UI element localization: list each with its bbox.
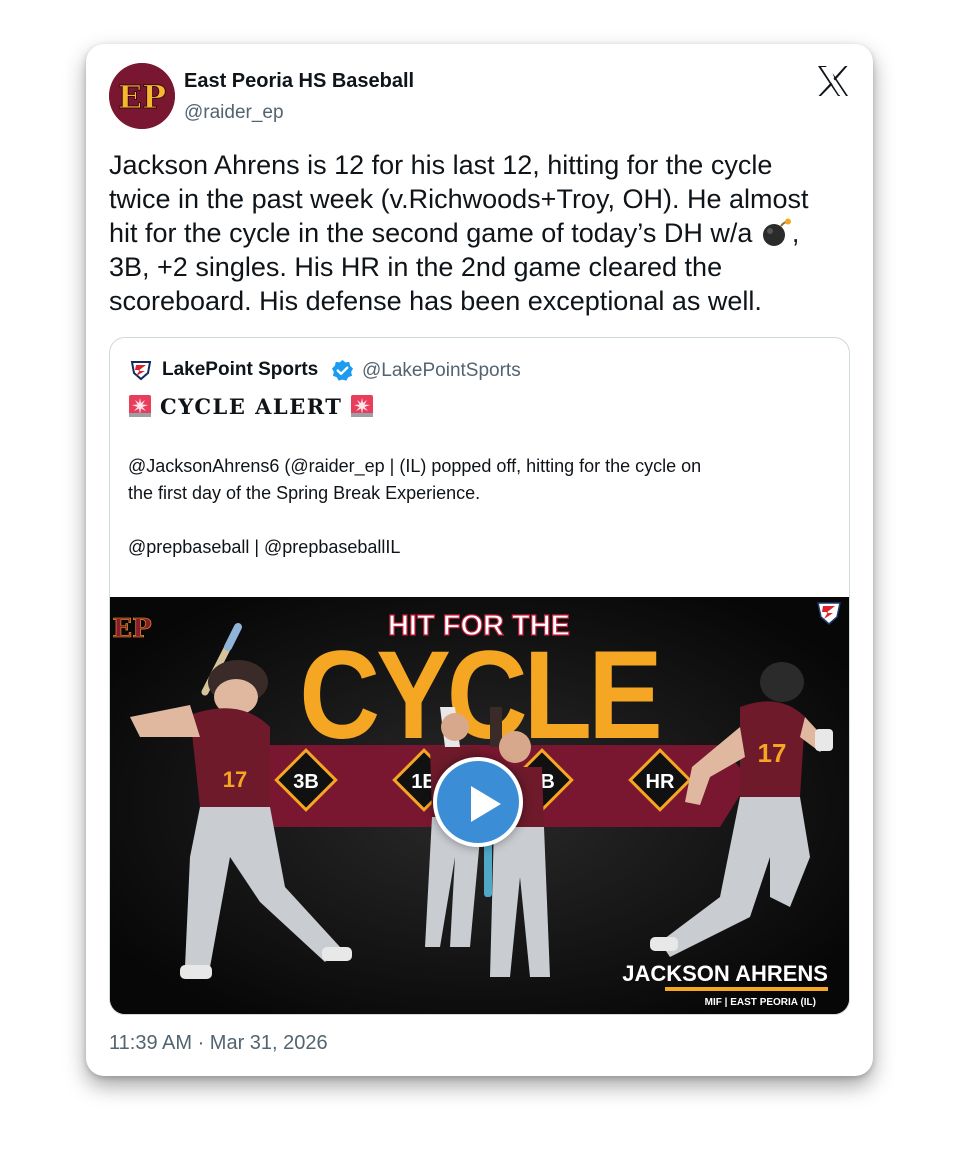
- quote-line: @prepbaseball | @prepbaseballIL: [128, 537, 401, 557]
- batter-jersey-number: 17: [223, 767, 247, 792]
- lakepoint-logo-icon: [130, 361, 152, 381]
- tweet-line: twice in the past week (v.Richwoods+Troy…: [109, 184, 809, 214]
- author-avatar[interactable]: EP: [109, 63, 175, 129]
- rotating-light-icon: [129, 395, 151, 417]
- tweet-line: 3B, +2 singles. His HR in the 2nd game c…: [109, 252, 723, 282]
- quote-line: the first day of the Spring Break Experi…: [128, 483, 481, 503]
- avatar-text: EP: [118, 78, 166, 116]
- corner-ep-logo: EP: [112, 614, 151, 644]
- player-name-underline: [665, 987, 828, 991]
- author-name[interactable]: East Peoria HS Baseball: [184, 70, 414, 93]
- rotating-light-icon: [351, 395, 374, 417]
- player-name-text: JACKSON AHRENS: [622, 961, 828, 986]
- quote-gap: [128, 507, 828, 534]
- video-thumbnail[interactable]: CYCLE HIT FOR THE 3B 1B 2B: [110, 597, 849, 1014]
- play-icon: [471, 786, 501, 822]
- tweet-line-comma: ,: [791, 218, 800, 248]
- cycle-big-text: CYCLE: [299, 625, 659, 765]
- avatar-logo: EP: [109, 63, 175, 129]
- tweet-line: Jackson Ahrens is 12 for his last 12, hi…: [109, 150, 773, 180]
- x-logo-icon[interactable]: [816, 64, 850, 98]
- tweet-text: Jackson Ahrens is 12 for his last 12, hi…: [109, 148, 854, 318]
- runner-jersey-number: 17: [758, 738, 787, 768]
- tweet-line: scoreboard. His defense has been excepti…: [109, 286, 762, 316]
- tweet-card: EP East Peoria HS Baseball @raider_ep Ja…: [86, 44, 873, 1076]
- cycle-alert-text: CYCLE ALERT: [160, 393, 343, 419]
- tweet-line-text: hit for the cycle in the second game of …: [109, 218, 753, 248]
- tweet-timestamp[interactable]: 11:39 AM · Mar 31, 2026: [109, 1032, 328, 1055]
- quote-author-name[interactable]: LakePoint Sports: [162, 359, 318, 381]
- verified-badge-icon: [331, 359, 354, 381]
- play-button[interactable]: [433, 757, 523, 847]
- badge-hr-label: HR: [646, 771, 675, 793]
- author-handle[interactable]: @raider_ep: [184, 102, 284, 124]
- quoted-tweet[interactable]: LakePoint Sports @LakePointSports CYCLE …: [109, 337, 850, 1015]
- hit-for-the-text: HIT FOR THE: [388, 610, 570, 642]
- cycle-alert: CYCLE ALERT: [128, 392, 374, 420]
- quote-author-handle[interactable]: @LakePointSports: [362, 360, 521, 382]
- tweet-line: hit for the cycle in the second game of …: [109, 216, 854, 250]
- quote-body: @JacksonAhrens6 (@raider_ep | (IL) poppe…: [128, 453, 828, 561]
- player-sub-text: MIF | EAST PEORIA (IL): [705, 997, 816, 1008]
- badge-3b-label: 3B: [293, 771, 319, 793]
- bomb-icon: [762, 218, 791, 246]
- quote-line: @JacksonAhrens6 (@raider_ep | (IL) poppe…: [128, 456, 702, 476]
